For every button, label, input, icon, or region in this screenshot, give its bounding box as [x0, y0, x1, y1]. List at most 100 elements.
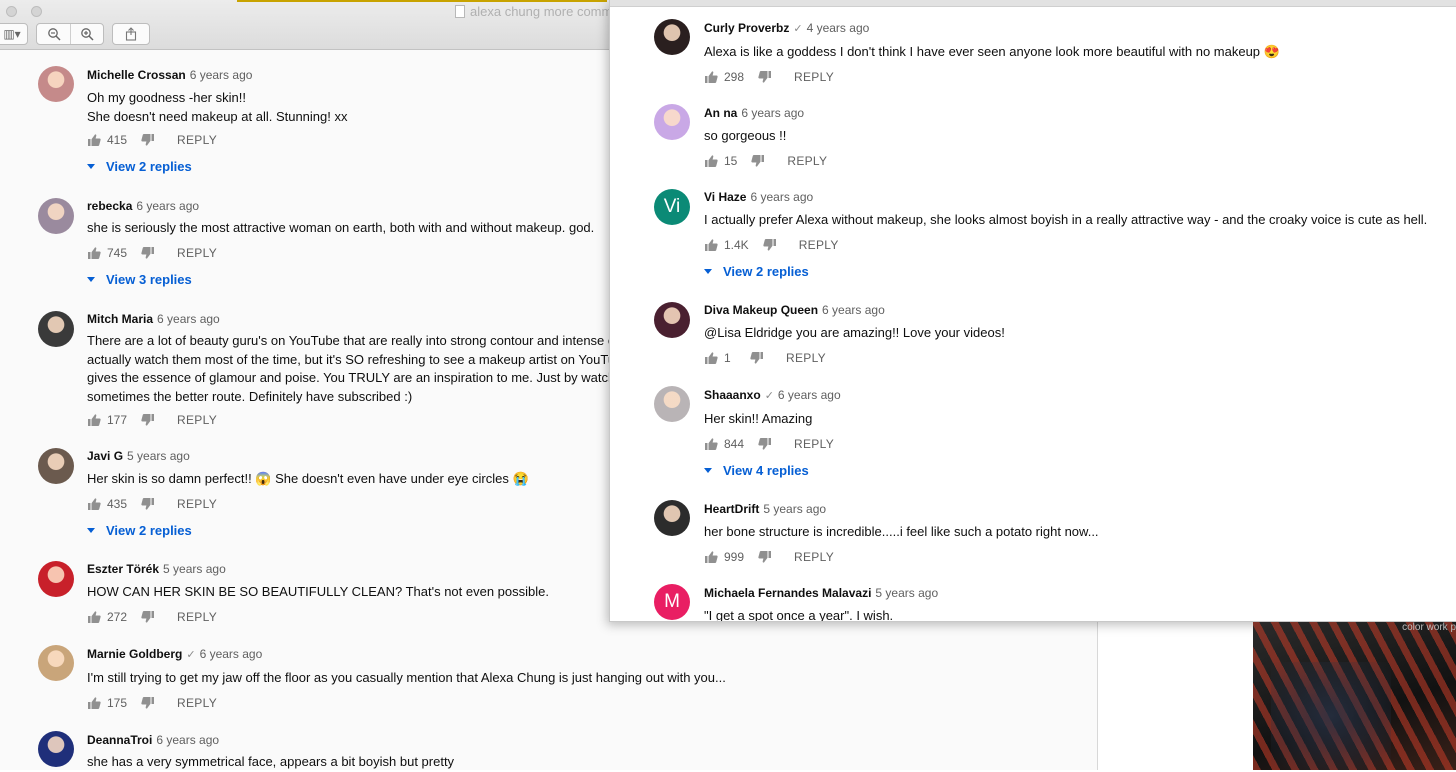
reply-button[interactable]: REPLY: [787, 154, 827, 168]
view-replies-button[interactable]: View 3 replies: [87, 272, 192, 287]
comment-author[interactable]: An na: [704, 106, 737, 120]
reply-button[interactable]: REPLY: [177, 497, 217, 511]
dislike-icon[interactable]: [141, 413, 155, 427]
reply-button[interactable]: REPLY: [786, 351, 826, 365]
view-replies-button[interactable]: View 2 replies: [87, 523, 192, 538]
like-icon[interactable]: [87, 696, 101, 710]
avatar[interactable]: [38, 66, 74, 102]
comment-author[interactable]: Javi G: [87, 449, 123, 463]
verified-check-icon: ✓: [186, 649, 196, 661]
like-icon[interactable]: [87, 497, 101, 511]
comment-timestamp[interactable]: 6 years ago: [750, 190, 813, 204]
minimize-window-icon[interactable]: [31, 6, 42, 17]
avatar[interactable]: [654, 104, 690, 140]
like-icon[interactable]: [87, 133, 101, 147]
comment-text: so gorgeous !!: [704, 127, 786, 146]
dislike-icon[interactable]: [758, 550, 772, 564]
comment-author[interactable]: Michelle Crossan: [87, 68, 186, 82]
comment-author[interactable]: HeartDrift: [704, 502, 759, 516]
avatar[interactable]: [654, 302, 690, 338]
avatar[interactable]: [654, 500, 690, 536]
avatar[interactable]: [654, 386, 690, 422]
avatar[interactable]: [38, 561, 74, 597]
avatar[interactable]: Vi: [654, 189, 690, 225]
view-replies-button[interactable]: View 2 replies: [87, 159, 192, 174]
avatar[interactable]: [654, 19, 690, 55]
zoom-out-button[interactable]: [37, 24, 70, 44]
dislike-icon[interactable]: [750, 351, 764, 365]
avatar[interactable]: [38, 311, 74, 347]
comment-header: Curly Proverbz ✓ 4 years ago: [704, 21, 869, 36]
dislike-icon[interactable]: [141, 610, 155, 624]
comment-timestamp[interactable]: 6 years ago: [741, 106, 804, 120]
like-icon[interactable]: [704, 550, 718, 564]
share-button[interactable]: [112, 23, 150, 45]
comment-timestamp[interactable]: 5 years ago: [763, 502, 826, 516]
comment-author[interactable]: DeannaTroi: [87, 733, 152, 747]
close-window-icon[interactable]: [6, 6, 17, 17]
reply-button[interactable]: REPLY: [799, 238, 839, 252]
zoom-out-icon: [47, 28, 61, 41]
like-icon[interactable]: [87, 413, 101, 427]
like-icon[interactable]: [704, 351, 718, 365]
zoom-in-button[interactable]: [70, 24, 103, 44]
dislike-icon[interactable]: [758, 437, 772, 451]
dislike-icon[interactable]: [141, 497, 155, 511]
comment-timestamp[interactable]: 4 years ago: [807, 21, 870, 35]
comment-header: Marnie Goldberg ✓ 6 years ago: [87, 647, 262, 662]
comment-timestamp[interactable]: 5 years ago: [163, 562, 226, 576]
comment-author[interactable]: Michaela Fernandes Malavazi: [704, 586, 871, 600]
reply-button[interactable]: REPLY: [177, 696, 217, 710]
reply-button[interactable]: REPLY: [794, 550, 834, 564]
like-icon[interactable]: [704, 70, 718, 84]
window-top-edge: [610, 0, 1456, 7]
view-replies-button[interactable]: View 4 replies: [704, 463, 809, 478]
comment-timestamp[interactable]: 5 years ago: [875, 586, 938, 600]
like-icon[interactable]: [704, 437, 718, 451]
like-count: 298: [724, 70, 745, 84]
comment-timestamp[interactable]: 6 years ago: [822, 303, 885, 317]
reply-button[interactable]: REPLY: [177, 133, 217, 147]
like-icon[interactable]: [704, 238, 718, 252]
reply-button[interactable]: REPLY: [794, 437, 834, 451]
like-icon[interactable]: [87, 246, 101, 260]
reply-button[interactable]: REPLY: [177, 246, 217, 260]
comment-timestamp[interactable]: 6 years ago: [190, 68, 253, 82]
comment-author[interactable]: rebecka: [87, 199, 132, 213]
like-icon[interactable]: [87, 610, 101, 624]
comment-author[interactable]: Curly Proverbz: [704, 21, 789, 35]
like-icon[interactable]: [704, 154, 718, 168]
comment-timestamp[interactable]: 5 years ago: [127, 449, 190, 463]
avatar[interactable]: [38, 198, 74, 234]
avatar[interactable]: [38, 731, 74, 767]
video-thumbnail[interactable]: color work p: [1253, 622, 1456, 770]
view-replies-button[interactable]: View 2 replies: [704, 264, 809, 279]
comment-timestamp[interactable]: 6 years ago: [136, 199, 199, 213]
avatar[interactable]: [38, 448, 74, 484]
comment-author[interactable]: Mitch Maria: [87, 312, 153, 326]
comment-timestamp[interactable]: 6 years ago: [157, 312, 220, 326]
dislike-icon[interactable]: [751, 154, 765, 168]
reply-button[interactable]: REPLY: [794, 70, 834, 84]
sidebar-toggle-button[interactable]: ▥▾: [0, 23, 28, 45]
dislike-icon[interactable]: [141, 246, 155, 260]
avatar[interactable]: M: [654, 584, 690, 620]
comment-author[interactable]: Vi Haze: [704, 190, 746, 204]
avatar[interactable]: [38, 645, 74, 681]
comment-timestamp[interactable]: 6 years ago: [200, 647, 263, 661]
comment-author[interactable]: Eszter Törék: [87, 562, 159, 576]
dislike-icon[interactable]: [763, 238, 777, 252]
reply-button[interactable]: REPLY: [177, 610, 217, 624]
comment-author[interactable]: Diva Makeup Queen: [704, 303, 818, 317]
comment-author[interactable]: Marnie Goldberg: [87, 647, 182, 661]
comment-timestamp[interactable]: 6 years ago: [156, 733, 219, 747]
comment-header: Michelle Crossan 6 years ago: [87, 68, 252, 82]
comment-author[interactable]: Shaaanxo: [704, 388, 761, 402]
reply-button[interactable]: REPLY: [177, 413, 217, 427]
chevron-down-icon: [87, 164, 95, 169]
like-count: 177: [107, 413, 128, 427]
dislike-icon[interactable]: [758, 70, 772, 84]
dislike-icon[interactable]: [141, 133, 155, 147]
comment-timestamp[interactable]: 6 years ago: [778, 388, 841, 402]
dislike-icon[interactable]: [141, 696, 155, 710]
